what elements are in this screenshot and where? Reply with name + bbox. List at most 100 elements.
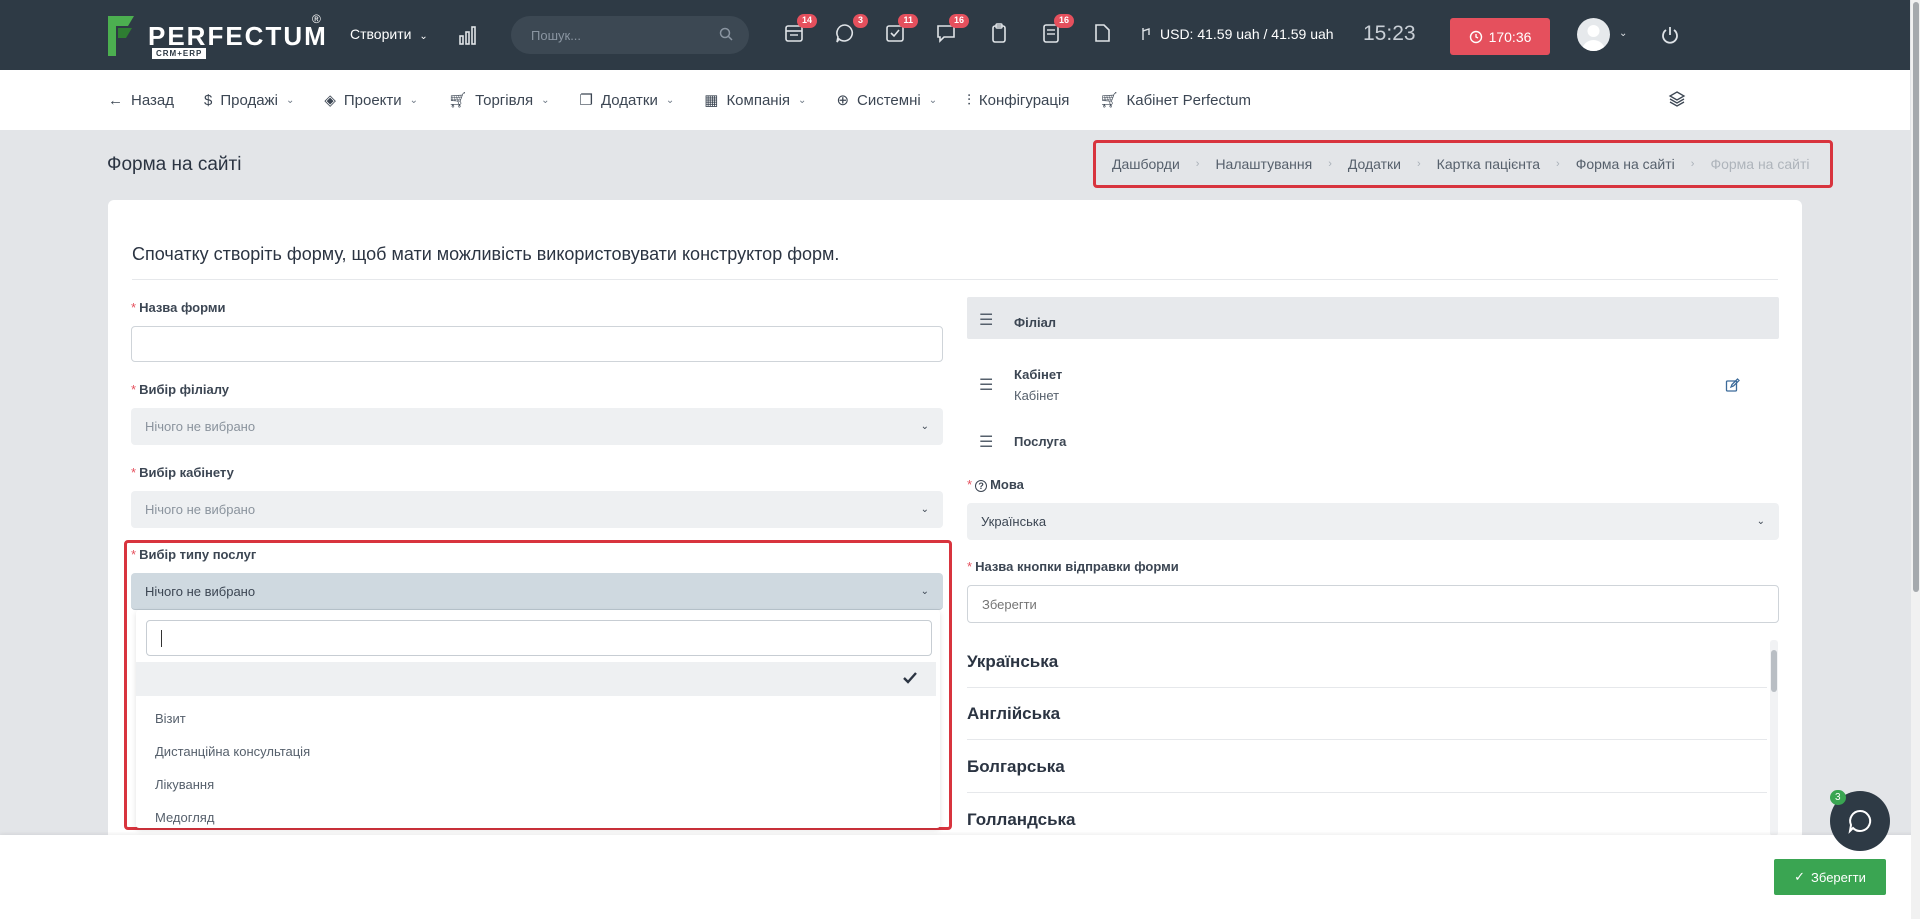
breadcrumb-item[interactable]: Дашборди [1112,156,1180,172]
dropdown-option[interactable]: Дистанційна консультація [136,735,940,768]
nav-company[interactable]: ▦ Компанія ⌄ [704,91,807,110]
clipboard-icon[interactable] [988,22,1014,48]
chevron-down-icon: ⌄ [541,94,550,106]
chat-widget-badge: 3 [1830,790,1846,805]
field-filial-title: Філіал [1014,315,1057,330]
nav-sales[interactable]: $ Продажі ⌄ [204,92,294,109]
nav-system[interactable]: ⊕ Системні ⌄ [836,91,937,110]
language-item[interactable]: Голландська [967,794,1767,836]
chevron-down-icon: ⌄ [665,94,675,106]
bar-chart-icon[interactable] [458,24,480,46]
back-label: Назад [131,91,174,109]
drag-handle-icon[interactable]: ☰ [979,375,993,395]
dropdown-option[interactable]: Лікування [136,768,940,801]
service-type-dropdown: Візит Дистанційна консультація Лікування… [136,610,940,828]
clock: 15:23 [1363,22,1416,45]
dropdown-option[interactable] [136,662,936,696]
logo-mark-icon [108,16,134,56]
search-icon[interactable] [719,27,733,41]
page-scrollbar-thumb[interactable] [1913,2,1919,592]
divider [132,279,1778,280]
breadcrumb-item[interactable]: Форма на сайті [1576,156,1675,172]
power-icon[interactable] [1659,24,1681,46]
dropdown-search-input[interactable] [146,620,932,656]
language-select[interactable]: Українська ⌄ [967,503,1779,540]
chevron-right-icon: › [1690,158,1695,170]
nav-trade[interactable]: 🛒︎ Торгівля ⌄ [448,91,550,110]
dropdown-option[interactable]: Медогляд [136,801,940,834]
dropdown-option[interactable]: Візит [136,702,940,735]
language-item[interactable]: Болгарська [967,741,1767,793]
service-type-select[interactable]: Нічого не вибрано ⌄ [131,573,943,610]
nav-projects-label: Проекти [343,91,402,109]
chevron-down-icon: ⌄ [798,94,807,106]
chevron-right-icon: › [1417,158,1421,170]
save-button[interactable]: ✓ Зберегти [1774,859,1886,895]
chevron-down-icon: ⌄ [920,421,929,432]
cabinet-select[interactable]: Нічого не вибрано ⌄ [131,491,943,528]
language-scrollbar-thumb[interactable] [1771,650,1777,692]
document-icon[interactable] [1091,22,1117,48]
chevron-down-icon: ⌄ [1756,516,1765,527]
clock-icon [1469,30,1482,43]
notes-icon[interactable]: 16 [1040,14,1074,48]
nav-cabinet[interactable]: 🛒︎ Кабінет Perfectum [1099,91,1252,110]
logo-subtitle: CRM+ERP [152,48,207,59]
nav-projects[interactable]: ◈ Проекти ⌄ [324,91,419,110]
chevron-down-icon[interactable]: ⌄ [1619,28,1627,39]
edit-icon[interactable] [1725,378,1740,393]
cabinet-label: * Вибір кабінету [131,465,234,480]
breadcrumb: Дашборди › Налаштування › Додатки › Картка … [1093,140,1833,188]
breadcrumb-item[interactable]: Додатки [1348,156,1401,172]
field-cabinet-subtitle: Кабінет [1014,388,1060,403]
back-link[interactable]: ← Назад [108,92,174,109]
copy-icon: ❐ [579,92,593,109]
breadcrumb-item[interactable]: Картка пацієнта [1437,156,1540,172]
logo-registered: ® [312,12,321,26]
nav-addons-label: Додатки [600,91,658,109]
exchange-icon [1142,28,1150,40]
layers-icon[interactable] [1668,90,1686,108]
page-title: Форма на сайті [107,154,242,175]
nav-system-label: Системні [857,91,921,109]
footer-bar [0,835,1920,919]
chat-badge: 3 [852,14,868,28]
breadcrumb-current: Форма на сайті [1710,156,1810,172]
form-name-input[interactable] [131,326,943,362]
chevron-down-icon: ⌄ [920,585,929,597]
branch-label: * Вибір філіалу [131,382,230,397]
drag-handle-icon[interactable]: ☰ [979,432,993,452]
chat-bubble-icon[interactable]: 3 [834,14,868,48]
field-row-filial[interactable]: ☰ [967,297,1779,339]
chat-icon [1848,809,1872,834]
logo[interactable]: PERFECTUM ® CRM+ERP [106,12,328,59]
nav-sales-label: Продажі [220,91,278,109]
currency-text: USD: 41.59 uah / 41.59 uah [1160,26,1334,42]
submit-button-input[interactable] [967,585,1779,623]
notes-badge: 16 [1053,14,1074,28]
nav-trade-label: Торгівля [475,91,534,109]
avatar[interactable] [1577,18,1610,51]
language-item[interactable]: Українська [967,636,1767,688]
save-button-label: Зберегти [1811,869,1866,885]
chevron-down-icon: ⌄ [409,94,419,106]
search-bar[interactable] [511,16,749,54]
breadcrumb-item[interactable]: Налаштування [1215,156,1312,172]
create-button[interactable]: Створити ⌄ [350,26,428,42]
language-item[interactable]: Англійська [967,688,1767,740]
calendar-icon[interactable]: 14 [783,14,817,48]
nav-cabinet-label: Кабінет Perfectum [1126,91,1252,109]
nav-addons[interactable]: ❐ Додатки ⌄ [579,91,675,110]
text-caret [161,630,162,647]
messages-icon[interactable]: 16 [935,14,969,48]
tasks-icon[interactable]: 11 [884,14,918,48]
branch-select[interactable]: Нічого не вибрано ⌄ [131,408,943,445]
search-input[interactable] [531,27,711,43]
submit-button-label: * Назва кнопки відправки форми [967,559,1179,574]
service-type-label: * Вибір типу послуг [131,547,257,562]
drag-handle-icon[interactable]: ☰ [979,310,993,330]
timer-button[interactable]: 170:36 [1450,18,1550,55]
nav-config[interactable]: ⫶ Конфігурація [967,92,1069,109]
cart-icon: 🛒︎ [1099,92,1119,109]
service-type-select-value: Нічого не вибрано [145,583,256,599]
